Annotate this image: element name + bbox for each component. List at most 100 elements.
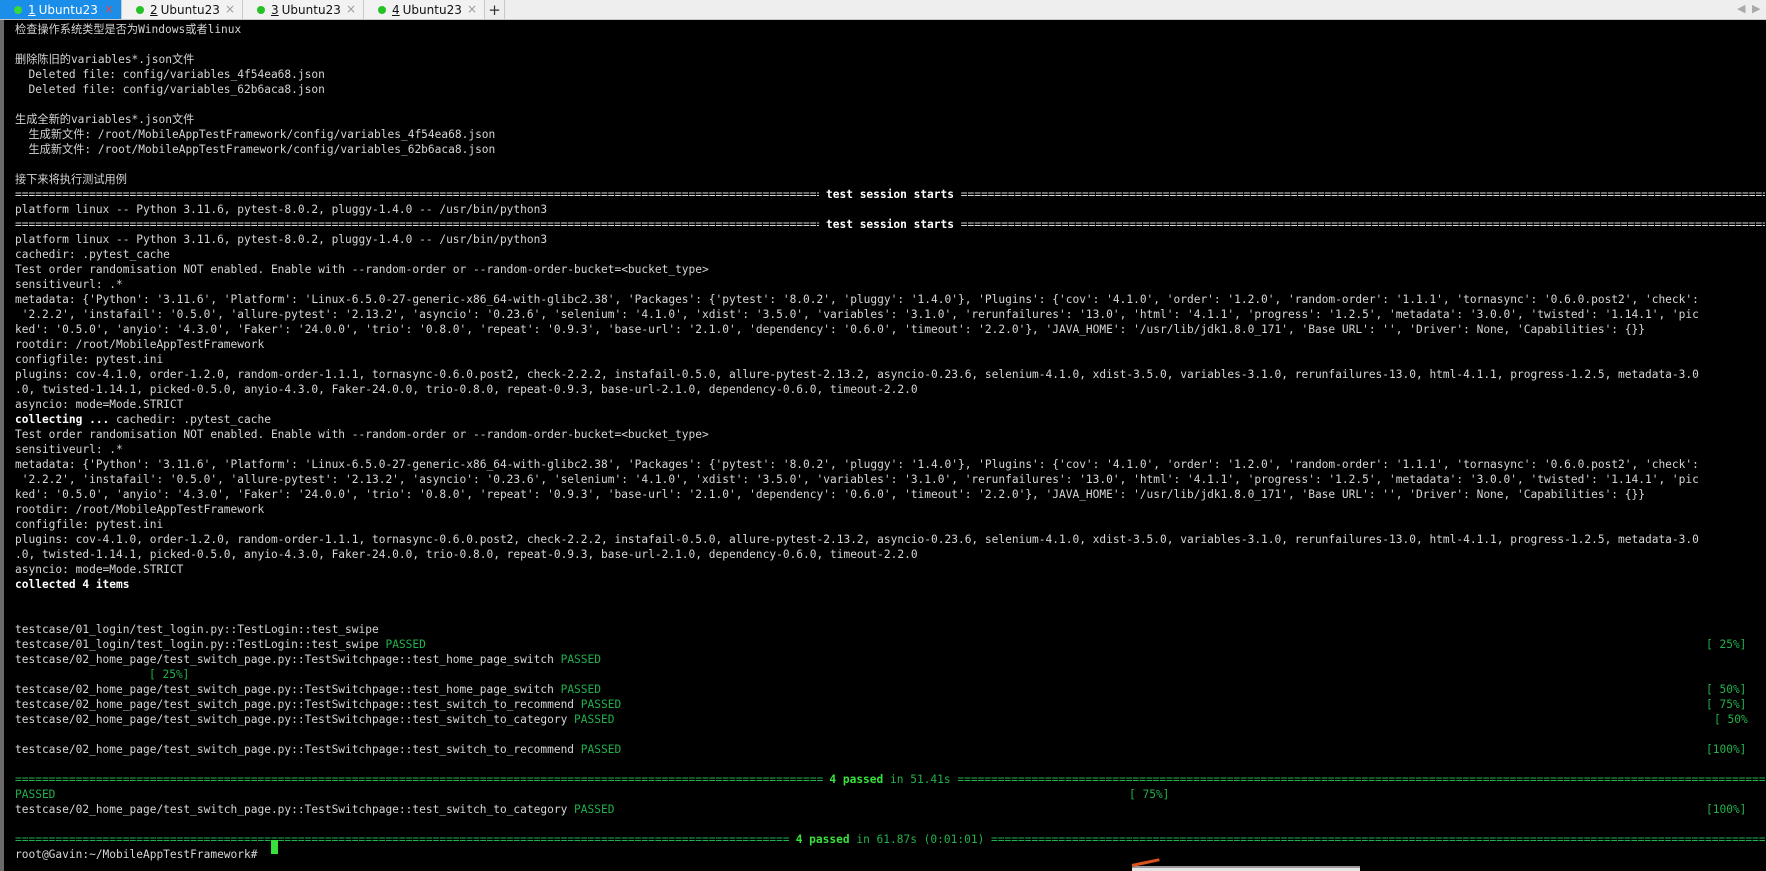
output-line: asyncio: mode=Mode.STRICT [15, 398, 184, 411]
progress-percent: [ 25%] [149, 668, 190, 681]
separator-rule [957, 772, 1765, 787]
passed-status: PASSED [574, 803, 615, 816]
output-line: ked': '0.5.0', 'anyio': '4.3.0', 'Faker'… [15, 488, 1645, 501]
test-result-line: testcase/02_home_page/test_switch_page.p… [15, 682, 601, 697]
passed-status: PASSED [580, 743, 622, 756]
session-tab-bar: 1 Ubuntu23 × 2 Ubuntu23 × 3 Ubuntu23 × 4… [0, 0, 1766, 20]
separator-rule [961, 217, 1765, 232]
separator-rule [15, 772, 823, 787]
passed-status: PASSED [574, 713, 615, 726]
output-line: ked': '0.5.0', 'anyio': '4.3.0', 'Faker'… [15, 323, 1645, 336]
output-line: rootdir: /root/MobileAppTestFramework [15, 503, 265, 516]
separator-label: test session starts [819, 188, 961, 201]
passed-status: PASSED [560, 653, 601, 666]
collecting-label: collecting ... [15, 413, 110, 426]
passed-status: PASSED [580, 698, 622, 711]
progress-percent: [100%] [1706, 743, 1747, 756]
terminal-app-window: 1 Ubuntu23 × 2 Ubuntu23 × 3 Ubuntu23 × 4… [0, 0, 1766, 871]
connected-status-icon [14, 5, 22, 14]
output-line: configfile: pytest.ini [15, 353, 164, 366]
session-start-separator: test session starts [15, 187, 1765, 202]
test-result-line: testcase/02_home_page/test_switch_page.p… [15, 712, 614, 727]
passed-status: PASSED [560, 683, 601, 696]
output-line: asyncio: mode=Mode.STRICT [15, 563, 184, 576]
progress-percent: [ 50%] [1706, 683, 1747, 696]
test-id: testcase/01_login/test_login.py::TestLog… [15, 638, 386, 651]
output-line: 生成新文件: /root/MobileAppTestFramework/conf… [15, 128, 496, 141]
close-icon[interactable]: × [467, 2, 477, 16]
test-id: testcase/02_home_page/test_switch_page.p… [15, 713, 575, 726]
tab-number: 2 [150, 2, 158, 17]
separator-rule [961, 187, 1765, 202]
tab-session-1[interactable]: 1 Ubuntu23 × [0, 0, 122, 19]
output-line: Test order randomisation NOT enabled. En… [15, 263, 709, 276]
separator-rule [15, 832, 789, 847]
output-line: sensitiveurl: .* [15, 443, 123, 456]
output-line: platform linux -- Python 3.11.6, pytest-… [15, 203, 548, 216]
progress-percent: [ 75%] [1706, 698, 1747, 711]
separator-rule [15, 217, 819, 232]
output-line: .0, twisted-1.14.1, picked-0.5.0, anyio-… [15, 383, 918, 396]
output-line: 接下来将执行测试用例 [15, 173, 127, 186]
test-result-line: testcase/02_home_page/test_switch_page.p… [15, 742, 621, 757]
tab-session-3[interactable]: 3 Ubuntu23 × [243, 0, 364, 19]
close-icon[interactable]: × [104, 2, 114, 16]
add-tab-button[interactable]: + [485, 0, 505, 19]
test-id: testcase/02_home_page/test_switch_page.p… [15, 698, 581, 711]
test-id: testcase/02_home_page/test_switch_page.p… [15, 743, 581, 756]
output-line: Deleted file: config/variables_62b6aca8.… [15, 83, 325, 96]
output-line: plugins: cov-4.1.0, order-1.2.0, random-… [15, 533, 1699, 546]
connected-status-icon [257, 5, 265, 14]
output-line: '2.2.2', 'instafail': '0.5.0', 'allure-p… [15, 308, 1699, 321]
connected-status-icon [378, 5, 386, 14]
output-line: 生成新文件: /root/MobileAppTestFramework/conf… [15, 143, 496, 156]
collected-count: collected 4 items [15, 578, 130, 591]
output-line: platform linux -- Python 3.11.6, pytest-… [15, 233, 548, 246]
output-line: metadata: {'Python': '3.11.6', 'Platform… [15, 458, 1699, 471]
passed-status: PASSED [385, 638, 426, 651]
passed-summary: 4 passed [788, 833, 850, 846]
output-line: plugins: cov-4.1.0, order-1.2.0, random-… [15, 368, 1699, 381]
progress-percent: [ 50% [1714, 713, 1748, 726]
tab-number: 1 [28, 2, 36, 17]
close-icon[interactable]: × [346, 2, 356, 16]
tab-number: 3 [271, 2, 279, 17]
passed-summary: 4 passed [822, 773, 884, 786]
shell-prompt[interactable]: root@Gavin:~/MobileAppTestFramework# [15, 847, 264, 862]
tab-session-2[interactable]: 2 Ubuntu23 × [122, 0, 243, 19]
test-id: testcase/02_home_page/test_switch_page.p… [15, 683, 561, 696]
tab-number: 4 [392, 2, 400, 17]
tab-title: Ubuntu23 [281, 2, 341, 17]
close-icon[interactable]: × [225, 2, 235, 16]
scroll-left-icon[interactable]: ◀ [1737, 2, 1745, 15]
test-result-line: testcase/02_home_page/test_switch_page.p… [15, 802, 614, 817]
output-line: sensitiveurl: .* [15, 278, 123, 291]
output-text: cachedir: .pytest_cache [109, 413, 271, 426]
separator-rule [15, 187, 819, 202]
progress-percent: [100%] [1706, 803, 1747, 816]
separator-label: test session starts [819, 218, 961, 231]
connected-status-icon [136, 5, 144, 14]
output-line: configfile: pytest.ini [15, 518, 164, 531]
output-line: 删除陈旧的variables*.json文件 [15, 53, 195, 66]
test-id: testcase/02_home_page/test_switch_page.p… [15, 803, 575, 816]
test-result-line: testcase/01_login/test_login.py::TestLog… [15, 637, 426, 652]
progress-percent: [ 75%] [1129, 788, 1170, 801]
summary-separator: 4 passed in 51.41s [15, 772, 1765, 787]
scroll-right-icon[interactable]: ▶ [1752, 2, 1760, 15]
output-line: metadata: {'Python': '3.11.6', 'Platform… [15, 293, 1699, 306]
test-item-line: testcase/01_login/test_login.py::TestLog… [15, 623, 379, 636]
output-line: rootdir: /root/MobileAppTestFramework [15, 338, 265, 351]
duration-summary: in 61.87s (0:01:01) [849, 833, 992, 846]
text-cursor [271, 840, 278, 854]
tab-title: Ubuntu23 [38, 2, 98, 17]
output-line: 检查操作系统类型是否为Windows或者linux [15, 23, 242, 36]
test-result-line: testcase/02_home_page/test_switch_page.p… [15, 652, 601, 667]
output-line: Deleted file: config/variables_4f54ea68.… [15, 68, 325, 81]
tab-session-4[interactable]: 4 Ubuntu23 × [364, 0, 485, 19]
progress-percent: [ 25%] [1706, 638, 1747, 651]
separator-rule [991, 832, 1765, 847]
terminal-output[interactable]: 检查操作系统类型是否为Windows或者linux 删除陈旧的variables… [0, 20, 1766, 871]
output-line: '2.2.2', 'instafail': '0.5.0', 'allure-p… [15, 473, 1699, 486]
output-line: .0, twisted-1.14.1, picked-0.5.0, anyio-… [15, 548, 918, 561]
